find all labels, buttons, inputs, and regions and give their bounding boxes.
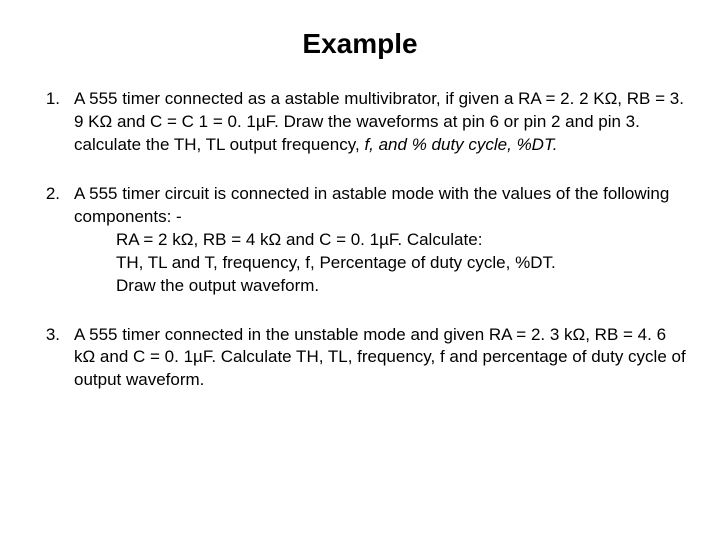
page-title: Example <box>30 28 690 60</box>
item-body: A 555 timer connected as a astable multi… <box>74 88 690 157</box>
item-text: A 555 timer circuit is connected in asta… <box>74 183 690 229</box>
item-body: A 555 timer circuit is connected in asta… <box>74 183 690 298</box>
item-number: 3. <box>30 324 74 393</box>
list-item: 3. A 555 timer connected in the unstable… <box>30 324 690 393</box>
item-text: A 555 timer connected in the unstable mo… <box>74 324 690 393</box>
list-item: 1. A 555 timer connected as a astable mu… <box>30 88 690 157</box>
item-number: 2. <box>30 183 74 298</box>
item-text-italic: f, and % duty cycle, %DT. <box>364 135 557 154</box>
example-list: 1. A 555 timer connected as a astable mu… <box>30 88 690 392</box>
item-subtext: RA = 2 kΩ, RB = 4 kΩ and C = 0. 1µF. Cal… <box>74 229 690 252</box>
item-body: A 555 timer connected in the unstable mo… <box>74 324 690 393</box>
item-subtext: TH, TL and T, frequency, f, Percentage o… <box>74 252 690 275</box>
item-number: 1. <box>30 88 74 157</box>
item-subtext: Draw the output waveform. <box>74 275 690 298</box>
list-item: 2. A 555 timer circuit is connected in a… <box>30 183 690 298</box>
